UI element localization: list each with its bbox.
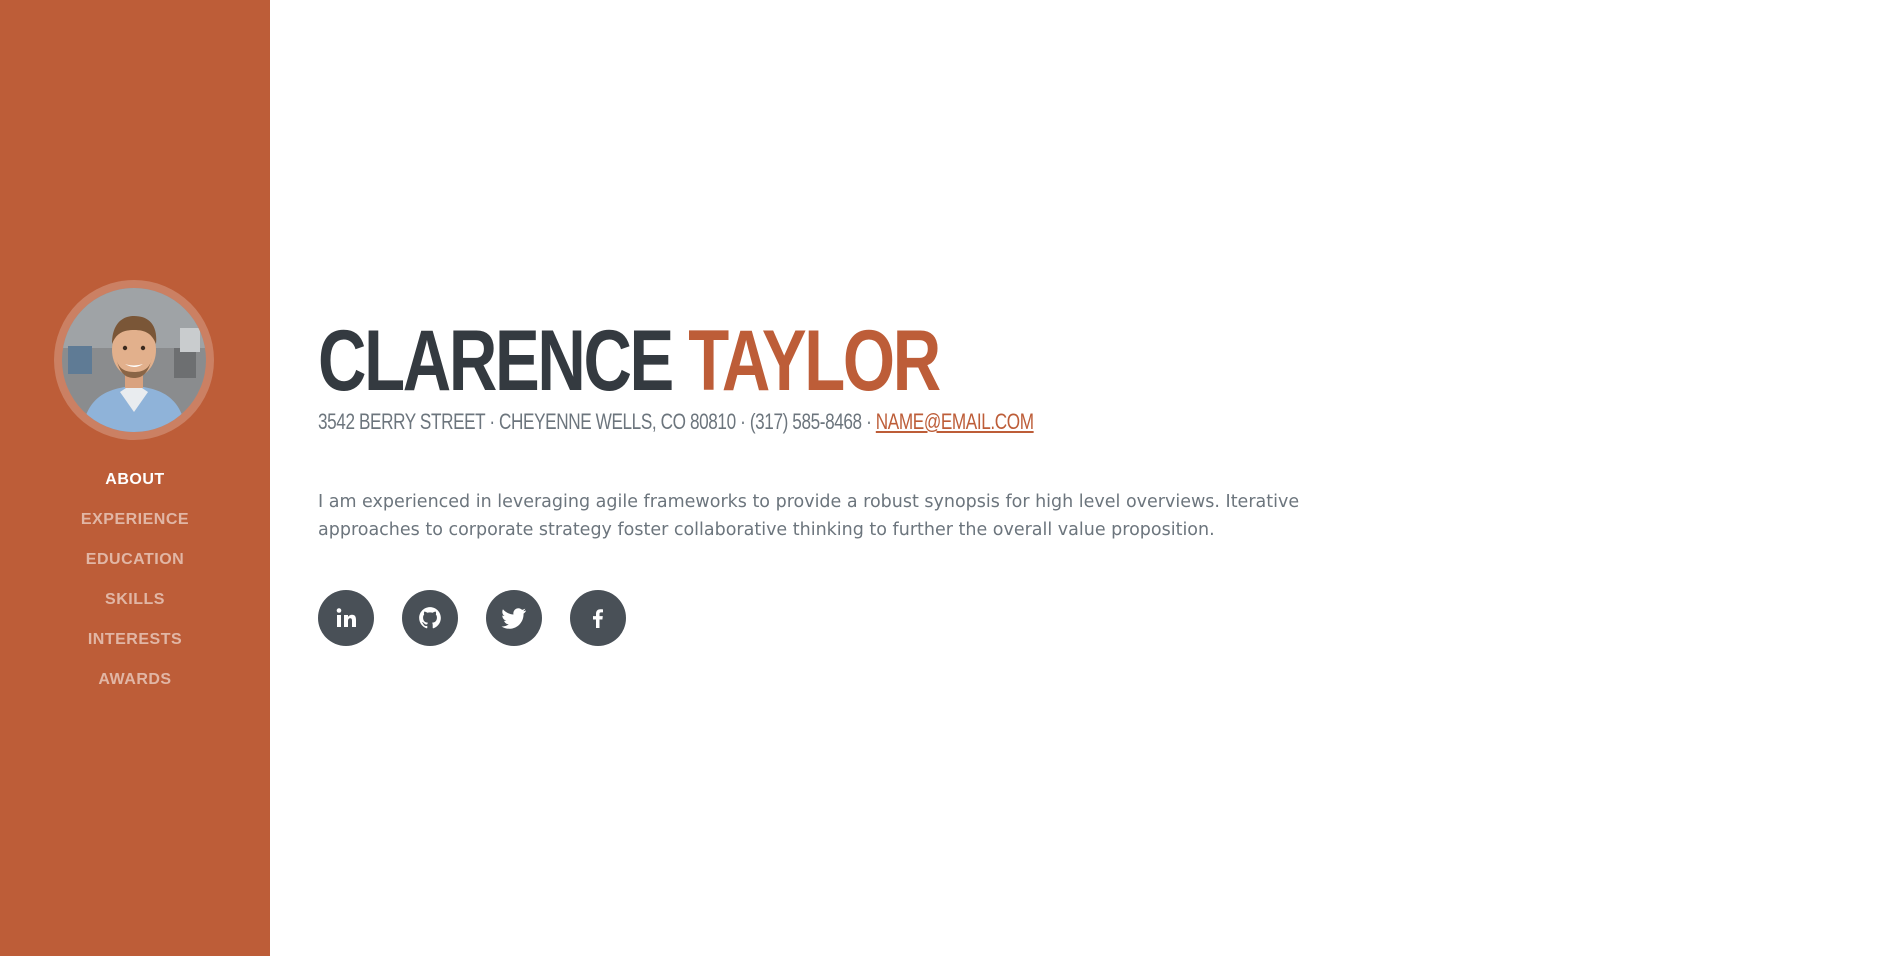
facebook-icon bbox=[593, 609, 603, 628]
nav-link-about[interactable]: About bbox=[105, 471, 164, 489]
page-title: Clarence Taylor bbox=[318, 316, 1176, 406]
facebook-button[interactable] bbox=[570, 590, 626, 646]
about-section: Clarence Taylor 3542 Berry Street · Chey… bbox=[318, 316, 1418, 646]
twitter-icon bbox=[501, 608, 526, 629]
nav-link-experience[interactable]: Experience bbox=[81, 511, 189, 529]
contact-line: 3542 Berry Street · Cheyenne Wells, CO 8… bbox=[318, 408, 1176, 436]
nav-link-awards[interactable]: Awards bbox=[98, 671, 171, 689]
address-text: 3542 Berry Street · Cheyenne Wells, CO 8… bbox=[318, 409, 872, 434]
nav-item-skills: Skills bbox=[0, 580, 270, 620]
sidebar: About Experience Education Skills Intere… bbox=[0, 0, 270, 956]
avatar[interactable] bbox=[54, 280, 214, 440]
nav-link-skills[interactable]: Skills bbox=[105, 591, 165, 609]
profile-photo bbox=[62, 288, 206, 432]
nav-item-awards: Awards bbox=[0, 660, 270, 700]
twitter-button[interactable] bbox=[486, 590, 542, 646]
nav-item-experience: Experience bbox=[0, 500, 270, 540]
nav-list: About Experience Education Skills Intere… bbox=[0, 460, 270, 700]
social-links bbox=[318, 590, 1418, 646]
nav-item-interests: Interests bbox=[0, 620, 270, 660]
nav-link-education[interactable]: Education bbox=[86, 551, 184, 569]
bio-text: I am experienced in leveraging agile fra… bbox=[318, 492, 1300, 540]
last-name: Taylor bbox=[688, 313, 941, 409]
linkedin-button[interactable] bbox=[318, 590, 374, 646]
nav-link-interests[interactable]: Interests bbox=[88, 631, 182, 649]
github-button[interactable] bbox=[402, 590, 458, 646]
first-name: Clarence bbox=[318, 313, 674, 409]
email-link[interactable]: name@email.com bbox=[876, 409, 1034, 434]
nav-item-about: About bbox=[0, 460, 270, 500]
github-icon bbox=[419, 607, 441, 629]
linkedin-icon bbox=[336, 608, 356, 627]
nav-item-education: Education bbox=[0, 540, 270, 580]
